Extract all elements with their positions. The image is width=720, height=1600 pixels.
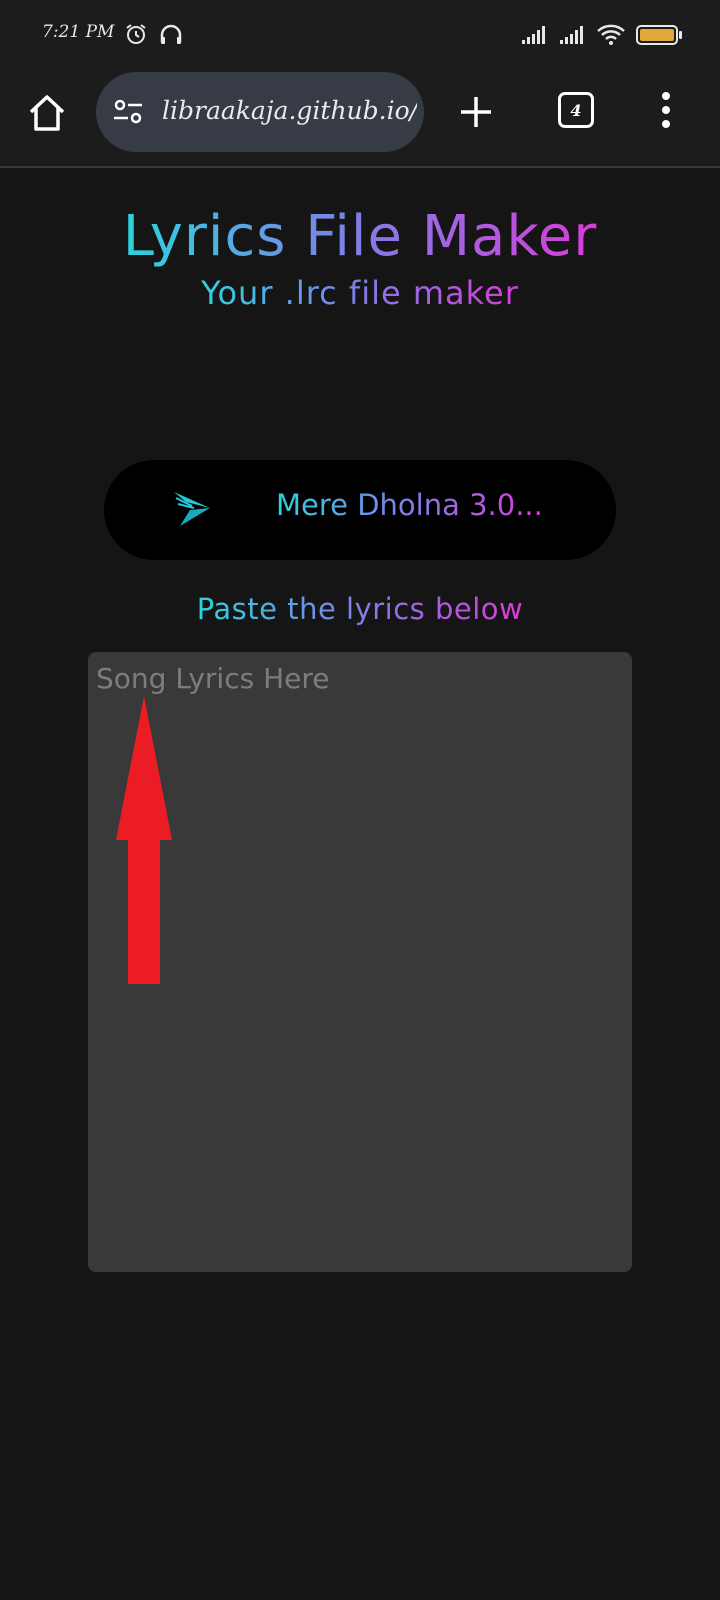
status-time: 7:21 PM <box>42 22 115 42</box>
tab-count: 4 <box>570 100 582 120</box>
page-title-text: Lyrics File Maker <box>122 204 598 269</box>
page-title: Lyrics File Maker <box>0 204 720 269</box>
paste-label: Paste the lyrics below <box>0 592 720 626</box>
address-bar[interactable]: libraakaja.github.io/lrc <box>96 72 424 152</box>
status-bar: 7:21 PM <box>0 0 720 70</box>
song-player[interactable]: Mere Dholna 3.0... <box>104 460 616 560</box>
new-tab-icon[interactable] <box>458 94 494 130</box>
page-subtitle-text: Your .lrc file maker <box>201 274 519 312</box>
song-title: Mere Dholna 3.0... <box>276 488 543 522</box>
wifi-icon <box>597 24 625 45</box>
battery-icon <box>636 25 682 45</box>
red-arrow-annotation <box>116 696 172 984</box>
send-icon <box>174 492 210 526</box>
page-subtitle: Your .lrc file maker <box>0 274 720 312</box>
site-settings-icon[interactable] <box>112 98 144 126</box>
browser-toolbar: libraakaja.github.io/lrc 4 <box>0 70 720 168</box>
url-text: libraakaja.github.io/lrc <box>162 96 417 125</box>
more-menu-icon[interactable] <box>660 90 672 130</box>
headphones-icon <box>160 24 182 44</box>
paste-label-text: Paste the lyrics below <box>196 592 524 626</box>
signal-icon <box>522 26 545 44</box>
signal-icon <box>560 26 583 44</box>
tab-switcher-icon[interactable]: 4 <box>558 92 594 128</box>
home-icon[interactable] <box>26 92 68 134</box>
alarm-icon <box>126 24 146 44</box>
